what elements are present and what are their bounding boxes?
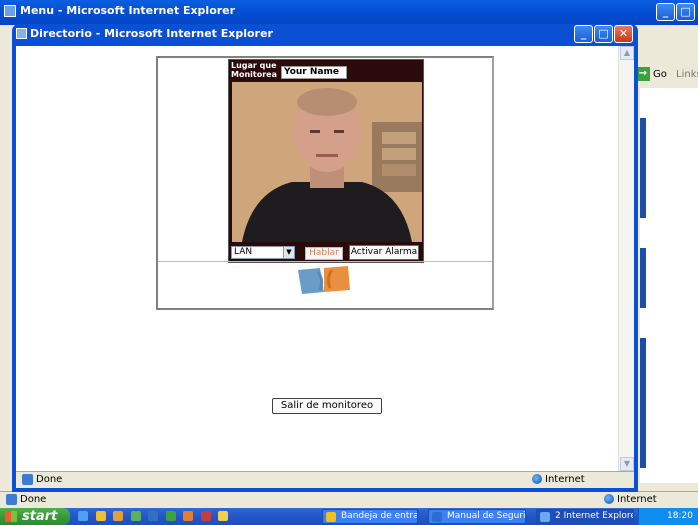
folder-icon[interactable] xyxy=(95,511,106,521)
camera-controls: LAN ▼ Hablar Activar Alarma xyxy=(229,244,423,262)
page-content: Lugar que Monitorea Your Name LAN ▼ Habl… xyxy=(16,46,634,488)
chevron-down-icon[interactable]: ▼ xyxy=(283,247,294,258)
directorio-window-titlebar[interactable]: Directorio - Microsoft Internet Explorer… xyxy=(16,24,634,43)
taskbar-item-ie[interactable]: 2 Internet Explorer xyxy=(536,509,634,524)
ie-icon xyxy=(540,512,550,522)
monitor-frame: Lugar que Monitorea Your Name LAN ▼ Habl… xyxy=(156,56,494,310)
links-toolbar-label[interactable]: Links xyxy=(676,66,698,84)
background-status-bar: Done Internet xyxy=(0,491,698,508)
taskbar-item-bandeja[interactable]: Bandeja de entrada -... xyxy=(322,509,418,524)
divider xyxy=(158,261,492,262)
directorio-window-title: Directorio - Microsoft Internet Explorer xyxy=(30,27,273,40)
ie-quicklaunch-icon[interactable] xyxy=(78,511,88,521)
scroll-down-icon[interactable]: ▼ xyxy=(620,457,634,471)
start-button[interactable]: start xyxy=(0,508,70,525)
vertical-scrollbar[interactable]: ▲ ▼ xyxy=(618,46,634,471)
page-icon xyxy=(6,493,17,505)
maximize-button[interactable]: □ xyxy=(676,3,695,21)
background-window-title: Menu - Microsoft Internet Explorer xyxy=(20,4,236,17)
excel-icon[interactable] xyxy=(165,511,176,521)
camera-panel: Lugar que Monitorea Your Name LAN ▼ Habl… xyxy=(228,59,424,263)
outlook-icon[interactable] xyxy=(183,511,193,521)
camera-image xyxy=(232,82,422,242)
company-logo xyxy=(298,266,350,294)
quick-launch xyxy=(78,511,232,522)
blue-bar xyxy=(640,118,646,218)
word-icon[interactable] xyxy=(148,511,158,521)
maximize-button[interactable]: □ xyxy=(594,25,613,43)
taskbar-item-manual[interactable]: Manual de Seguridad.... xyxy=(428,509,526,524)
hablar-button[interactable]: Hablar xyxy=(305,247,343,260)
folder-icon[interactable] xyxy=(113,511,123,521)
app-icon[interactable] xyxy=(200,511,211,521)
go-arrow-icon: → xyxy=(636,67,650,81)
ie-icon xyxy=(16,28,27,39)
minimize-button[interactable]: _ xyxy=(656,3,675,21)
location-name-field[interactable]: Your Name xyxy=(281,66,347,79)
background-page-content xyxy=(640,88,698,483)
close-button[interactable]: ✕ xyxy=(614,25,633,43)
camera-video-feed xyxy=(232,82,422,242)
taskbar: start Bandeja de entrada -... Manual de … xyxy=(0,508,698,525)
clock[interactable]: 18:20 xyxy=(667,511,693,521)
status-bar: Done Internet xyxy=(16,471,634,488)
ie-icon xyxy=(4,5,16,17)
word-icon xyxy=(432,512,442,522)
system-tray: 18:20 xyxy=(638,508,698,525)
directorio-window: Directorio - Microsoft Internet Explorer… xyxy=(12,24,638,492)
activar-alarma-button[interactable]: Activar Alarma xyxy=(349,245,419,260)
outlook-icon xyxy=(326,512,336,522)
internet-zone-icon xyxy=(532,474,542,484)
app-icon[interactable] xyxy=(218,511,228,521)
lugar-label: Lugar que Monitorea xyxy=(231,61,277,79)
blue-bar xyxy=(640,248,646,308)
page-icon xyxy=(22,473,33,485)
app-icon[interactable] xyxy=(130,511,141,521)
blue-bar xyxy=(640,338,646,468)
minimize-button[interactable]: _ xyxy=(574,25,593,43)
internet-zone-icon xyxy=(604,494,614,504)
scroll-up-icon[interactable]: ▲ xyxy=(620,46,634,60)
salir-de-monitoreo-button[interactable]: Salir de monitoreo xyxy=(272,398,382,414)
connection-type-select[interactable]: LAN ▼ xyxy=(231,246,295,259)
windows-logo-icon xyxy=(5,511,17,522)
background-window-titlebar[interactable]: Menu - Microsoft Internet Explorer _ □ xyxy=(0,0,698,25)
